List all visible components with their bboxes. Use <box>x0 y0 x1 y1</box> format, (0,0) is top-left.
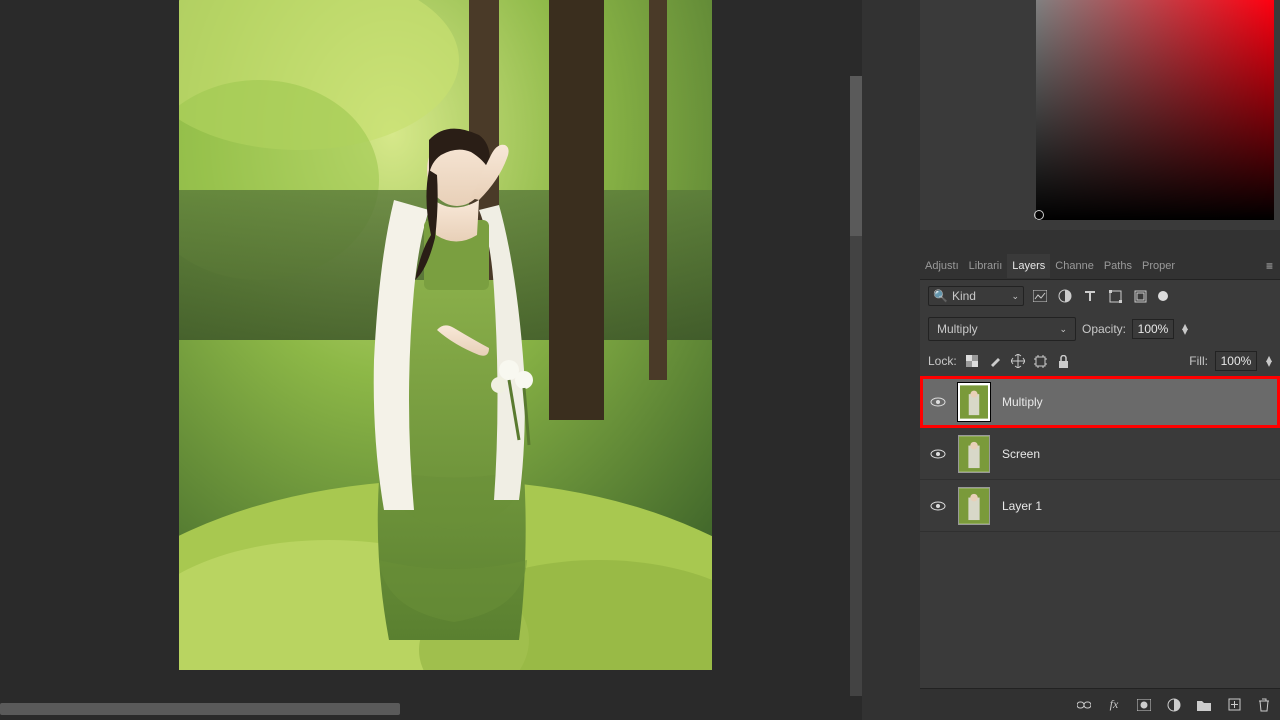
tab-libraries[interactable]: Librariı <box>964 254 1008 278</box>
layers-footer: fx <box>920 688 1280 720</box>
color-selector-ring[interactable] <box>1034 210 1044 220</box>
blend-mode-row: Multiply ⌄ Opacity: 100% ▴▾ <box>920 312 1280 346</box>
filter-smartobject-icon[interactable] <box>1131 287 1149 305</box>
layer-row[interactable]: Layer 1 <box>920 480 1280 532</box>
canvas-area[interactable] <box>0 0 862 720</box>
tab-channels[interactable]: Channe <box>1050 254 1099 278</box>
group-icon[interactable] <box>1196 697 1212 713</box>
tab-adjustments[interactable]: Adjustı <box>920 254 964 278</box>
fill-input[interactable]: 100% <box>1215 351 1257 371</box>
adjustment-layer-icon[interactable] <box>1166 697 1182 713</box>
layer-thumbnail[interactable] <box>958 383 990 421</box>
filter-shape-icon[interactable] <box>1106 287 1124 305</box>
layer-name[interactable]: Multiply <box>1002 395 1043 409</box>
filter-pixel-icon[interactable] <box>1031 287 1049 305</box>
layer-row[interactable]: Multiply <box>920 376 1280 428</box>
lock-row: Lock: Fill: 100% ▴▾ <box>920 346 1280 376</box>
layers-panel: Adjustı Librariı Layers Channe Paths Pro… <box>920 252 1280 720</box>
new-layer-icon[interactable] <box>1226 697 1242 713</box>
panel-tabs: Adjustı Librariı Layers Channe Paths Pro… <box>920 252 1280 280</box>
chevron-down-icon: ⌄ <box>1011 291 1019 302</box>
lock-transparency-icon[interactable] <box>964 353 980 369</box>
canvas-horizontal-scrollbar[interactable] <box>0 703 400 715</box>
panel-divider <box>920 230 1280 252</box>
filter-adjustment-icon[interactable] <box>1056 287 1074 305</box>
visibility-toggle[interactable] <box>930 449 946 459</box>
tab-paths[interactable]: Paths <box>1099 254 1137 278</box>
lock-artboard-icon[interactable] <box>1033 353 1049 369</box>
opacity-label: Opacity: <box>1082 322 1126 336</box>
filter-type-icon[interactable] <box>1081 287 1099 305</box>
tab-properties[interactable]: Proper <box>1137 254 1180 278</box>
lock-label: Lock: <box>928 354 957 368</box>
tab-layers[interactable]: Layers <box>1007 254 1050 278</box>
fill-stepper[interactable]: ▴▾ <box>1266 356 1272 366</box>
delete-layer-icon[interactable] <box>1256 697 1272 713</box>
scrollbar-thumb[interactable] <box>850 76 862 236</box>
layer-name[interactable]: Layer 1 <box>1002 499 1042 513</box>
filter-kind-label: Kind <box>952 289 976 303</box>
blend-mode-dropdown[interactable]: Multiply ⌄ <box>928 317 1076 341</box>
lock-paint-icon[interactable] <box>987 353 1003 369</box>
layer-thumbnail[interactable] <box>958 435 990 473</box>
fill-label: Fill: <box>1189 354 1208 368</box>
color-picker-panel <box>920 0 1280 230</box>
layer-mask-icon[interactable] <box>1136 697 1152 713</box>
layer-style-icon[interactable]: fx <box>1106 697 1122 713</box>
link-layers-icon[interactable] <box>1076 697 1092 713</box>
blend-mode-value: Multiply <box>937 322 978 336</box>
color-field[interactable] <box>1036 0 1274 220</box>
opacity-stepper[interactable]: ▴▾ <box>1182 324 1188 334</box>
filter-kind-dropdown[interactable]: 🔍 Kind ⌄ <box>928 286 1024 306</box>
search-icon: 🔍 <box>933 289 948 303</box>
layer-name[interactable]: Screen <box>1002 447 1040 461</box>
opacity-input[interactable]: 100% <box>1132 319 1174 339</box>
visibility-toggle[interactable] <box>930 501 946 511</box>
panel-gutter <box>862 0 920 720</box>
filter-toggle[interactable] <box>1158 291 1168 301</box>
layer-thumbnail[interactable] <box>958 487 990 525</box>
layer-row[interactable]: Screen <box>920 428 1280 480</box>
document-image[interactable] <box>179 0 712 670</box>
panel-menu-icon[interactable]: ≡ <box>1260 259 1280 273</box>
visibility-toggle[interactable] <box>930 397 946 407</box>
layer-filter-row: 🔍 Kind ⌄ <box>920 280 1280 312</box>
chevron-down-icon: ⌄ <box>1059 324 1067 335</box>
lock-position-icon[interactable] <box>1010 353 1026 369</box>
layers-list: Multiply Screen Layer 1 <box>920 376 1280 532</box>
canvas-vertical-scrollbar[interactable] <box>850 76 862 696</box>
lock-all-icon[interactable] <box>1056 353 1072 369</box>
